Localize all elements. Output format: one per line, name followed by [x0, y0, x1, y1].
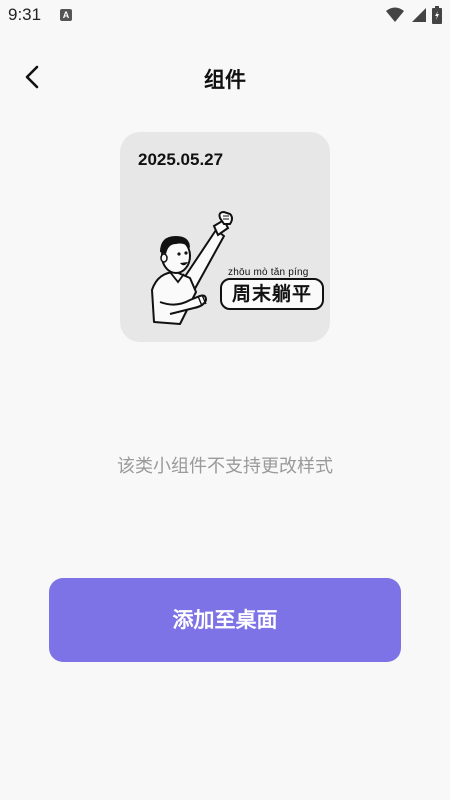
man-cheering-illustration — [151, 210, 233, 325]
status-time: 9:31 — [8, 5, 42, 24]
widget-preview: 2025.05.27 zhōu mò tǎn píng 周末躺平 — [120, 132, 330, 342]
hint-text: 该类小组件不支持更改样式 — [117, 456, 333, 477]
status-bar: 9:31 A — [0, 0, 450, 30]
slogan-badge: 周末躺平 — [220, 278, 324, 310]
header: 组件 — [0, 54, 450, 104]
page-title: 组件 — [204, 68, 246, 92]
notification-a-icon: A — [60, 9, 72, 21]
pinyin-label: zhōu mò tǎn píng — [228, 267, 309, 278]
battery-icon — [432, 6, 442, 24]
status-icons — [386, 6, 442, 24]
wifi-icon — [386, 7, 404, 22]
signal-icon — [412, 8, 426, 22]
add-to-desktop-button[interactable]: 添加至桌面 — [49, 578, 401, 662]
